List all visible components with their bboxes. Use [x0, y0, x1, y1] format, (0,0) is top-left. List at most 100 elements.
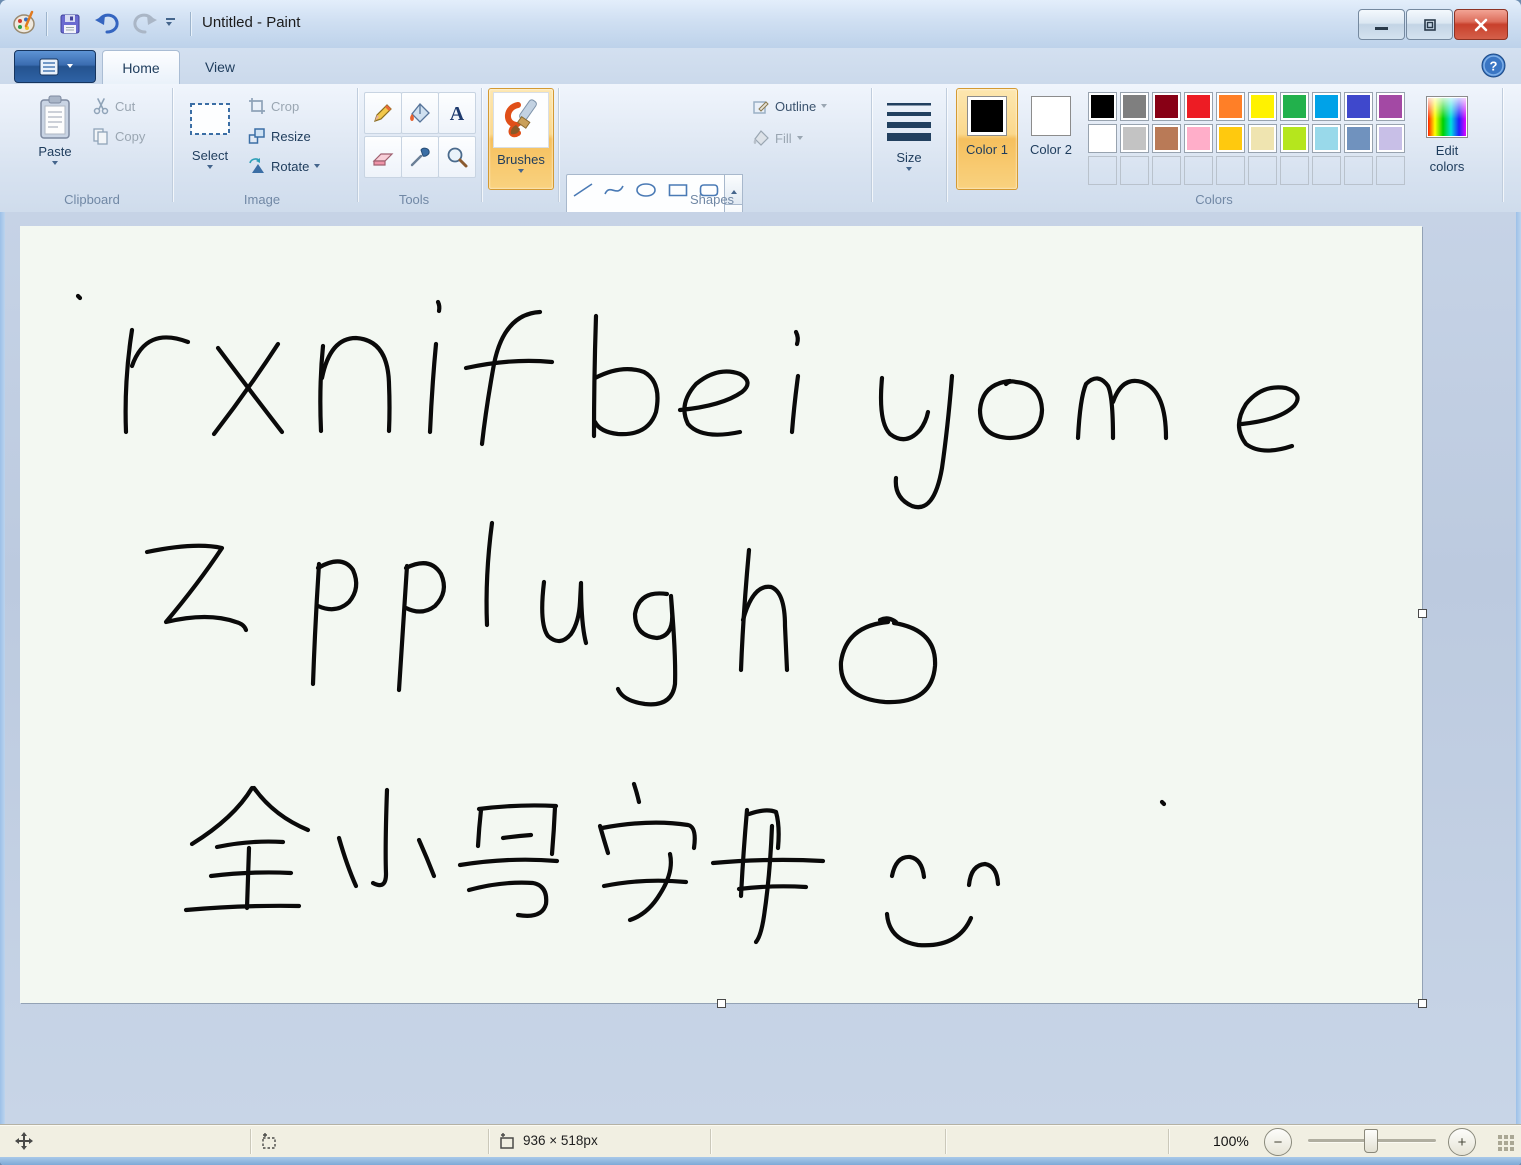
fill-tool-button[interactable]: [401, 92, 439, 134]
save-button[interactable]: [58, 12, 82, 36]
palette-swatch[interactable]: [1120, 92, 1149, 121]
palette-swatch[interactable]: [1152, 124, 1181, 153]
palette-swatch[interactable]: [1184, 124, 1213, 153]
palette-swatch[interactable]: [1376, 92, 1405, 121]
palette-swatch[interactable]: [1088, 92, 1117, 121]
outline-label: Outline: [775, 99, 816, 114]
color1-button[interactable]: Color 1: [956, 88, 1018, 190]
palette-swatch[interactable]: [1088, 124, 1117, 153]
cut-label: Cut: [115, 99, 135, 114]
rotate-icon: [248, 157, 266, 175]
eraser-tool-button[interactable]: [364, 136, 402, 178]
scissors-icon: [92, 97, 110, 115]
brushes-label: Brushes: [497, 152, 545, 167]
edit-colors-button[interactable]: Edit colors: [1408, 88, 1486, 190]
copy-icon: [92, 127, 110, 145]
paint-logo-icon[interactable]: [12, 10, 38, 36]
palette-empty-slot[interactable]: [1376, 156, 1405, 185]
resize-grip[interactable]: [1498, 1135, 1502, 1139]
zoom-slider-thumb[interactable]: [1364, 1129, 1378, 1153]
selection-size-icon: [260, 1132, 278, 1150]
palette-empty-slot[interactable]: [1312, 156, 1341, 185]
palette-swatch[interactable]: [1312, 124, 1341, 153]
restore-button[interactable]: [1406, 9, 1453, 40]
palette-swatch[interactable]: [1152, 92, 1181, 121]
tools-group-label: Tools: [344, 192, 484, 207]
titlebar-separator: [190, 12, 191, 36]
palette-swatch[interactable]: [1184, 92, 1213, 121]
size-button[interactable]: Size: [878, 88, 940, 190]
zoom-out-button[interactable]: −: [1264, 1128, 1292, 1156]
magnifier-tool-button[interactable]: [438, 136, 476, 178]
application-menu-button[interactable]: [14, 50, 96, 83]
palette-swatch[interactable]: [1344, 92, 1373, 121]
eyedropper-icon: [408, 145, 432, 169]
canvas-resize-handle-corner[interactable]: [1418, 999, 1427, 1008]
ribbon-tab-row: Home View ?: [0, 48, 1521, 84]
color2-label: Color 2: [1026, 142, 1076, 158]
paste-label: Paste: [38, 144, 71, 159]
fill-bucket-icon: [408, 101, 432, 125]
svg-text:A: A: [450, 103, 465, 125]
palette-empty-slot[interactable]: [1344, 156, 1373, 185]
undo-button[interactable]: [92, 10, 122, 38]
drawing-canvas[interactable]: [20, 226, 1422, 1003]
palette-empty-slot[interactable]: [1216, 156, 1245, 185]
line-shape[interactable]: [569, 177, 597, 203]
palette-swatch[interactable]: [1120, 124, 1149, 153]
palette-swatch[interactable]: [1344, 124, 1373, 153]
window-title: Untitled - Paint: [202, 14, 300, 31]
color-palette: [1088, 92, 1405, 185]
pencil-tool-button[interactable]: [364, 92, 402, 134]
cut-button[interactable]: Cut: [92, 94, 170, 118]
shape-outline-button[interactable]: Outline: [752, 94, 864, 118]
close-button[interactable]: [1454, 9, 1508, 40]
palette-empty-slot[interactable]: [1184, 156, 1213, 185]
palette-swatch[interactable]: [1376, 124, 1405, 153]
crop-button[interactable]: Crop: [248, 94, 352, 118]
select-button[interactable]: Select: [180, 88, 240, 190]
palette-empty-slot[interactable]: [1152, 156, 1181, 185]
palette-swatch[interactable]: [1216, 124, 1245, 153]
fill-label: Fill: [775, 131, 792, 146]
palette-swatch[interactable]: [1216, 92, 1245, 121]
color-picker-tool-button[interactable]: [401, 136, 439, 178]
zoom-percent-text: 100%: [1213, 1133, 1249, 1149]
work-area: [5, 212, 1516, 1124]
paste-button[interactable]: Paste: [22, 88, 88, 190]
dropdown-arrow-icon: [314, 164, 320, 171]
palette-swatch[interactable]: [1248, 124, 1277, 153]
statusbar-separator: [945, 1129, 946, 1154]
canvas-resize-handle-right[interactable]: [1418, 609, 1427, 618]
color2-swatch: [1035, 100, 1067, 132]
dropdown-arrow-icon: [906, 167, 912, 174]
palette-swatch[interactable]: [1248, 92, 1277, 121]
curve-shape[interactable]: [600, 177, 628, 203]
help-button[interactable]: ?: [1480, 52, 1507, 79]
title-bar: Untitled - Paint: [0, 0, 1521, 48]
shape-fill-button[interactable]: Fill: [752, 126, 864, 150]
zoom-in-button[interactable]: +: [1448, 1128, 1476, 1156]
canvas-resize-handle-bottom[interactable]: [717, 999, 726, 1008]
copy-button[interactable]: Copy: [92, 124, 170, 148]
color2-button[interactable]: Color 2: [1022, 88, 1080, 190]
text-tool-button[interactable]: A: [438, 92, 476, 134]
resize-button[interactable]: Resize: [248, 124, 352, 148]
palette-empty-slot[interactable]: [1280, 156, 1309, 185]
palette-swatch[interactable]: [1312, 92, 1341, 121]
colors-group-label: Colors: [1144, 192, 1284, 207]
palette-swatch[interactable]: [1280, 92, 1309, 121]
tab-home[interactable]: Home: [102, 50, 180, 85]
palette-empty-slot[interactable]: [1248, 156, 1277, 185]
brushes-button[interactable]: Brushes: [488, 88, 554, 190]
palette-empty-slot[interactable]: [1120, 156, 1149, 185]
palette-swatch[interactable]: [1280, 124, 1309, 153]
paint-window: Untitled - Paint Home: [0, 0, 1521, 1165]
customize-quick-access-icon[interactable]: [166, 18, 175, 29]
minimize-button[interactable]: [1358, 9, 1405, 40]
palette-empty-slot[interactable]: [1088, 156, 1117, 185]
redo-button[interactable]: [130, 10, 160, 38]
statusbar-separator: [710, 1129, 711, 1154]
rotate-button[interactable]: Rotate: [248, 154, 358, 178]
tab-view[interactable]: View: [182, 50, 258, 84]
